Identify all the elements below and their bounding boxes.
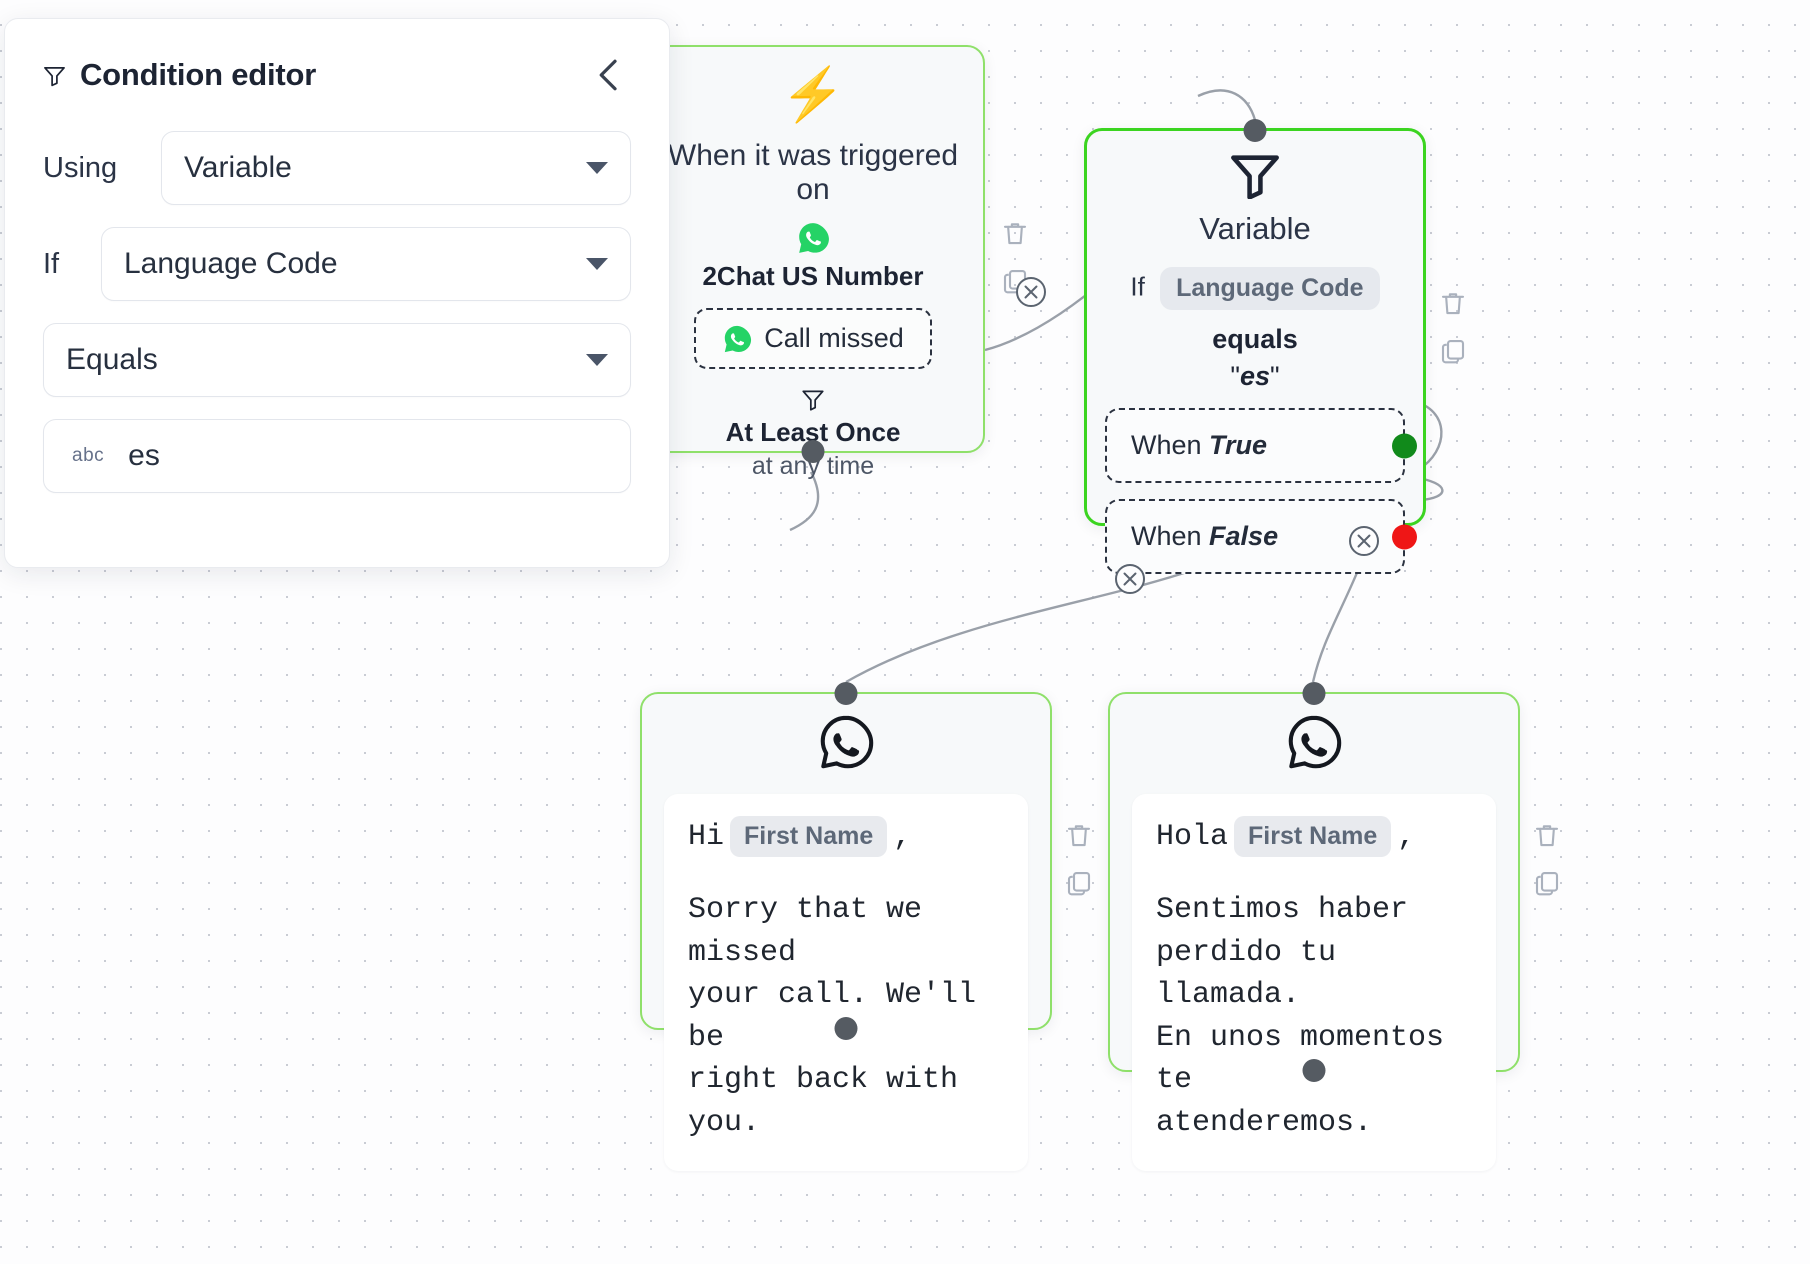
trigger-event-label: Call missed: [764, 323, 904, 354]
value-input-text: es: [128, 439, 160, 473]
using-select-value: Variable: [184, 151, 292, 185]
message-en-greeting: Hi: [688, 820, 724, 854]
branch-true-prefix: When: [1131, 430, 1209, 460]
whatsapp-icon: [722, 324, 752, 354]
branch-false-label: False: [1209, 521, 1278, 551]
condition-node-toolbar[interactable]: [1438, 288, 1468, 366]
condition-if-label: If: [1130, 271, 1144, 301]
message-es-greeting-line: Hola First Name ,: [1156, 816, 1472, 857]
chevron-down-icon: [586, 354, 608, 366]
condition-value: "es": [1105, 361, 1405, 392]
whatsapp-icon: [815, 712, 877, 774]
condition-variable-chip: Language Code: [1160, 267, 1380, 310]
message-en-output-handle[interactable]: [835, 1017, 858, 1040]
message-node-spanish[interactable]: Hola First Name , Sentimos haber perdido…: [1108, 692, 1520, 1072]
using-field-row: Using Variable: [43, 131, 631, 205]
abc-icon: abc: [72, 445, 104, 467]
funnel-icon: [800, 387, 826, 413]
condition-node[interactable]: Variable If Language Code equals "es" Wh…: [1084, 128, 1426, 526]
condition-branch-true[interactable]: When True: [1105, 408, 1405, 483]
condition-value-inner: es: [1240, 361, 1270, 391]
message-en-input-handle[interactable]: [835, 682, 858, 705]
lightning-bolt-icon: ⚡: [667, 69, 959, 121]
flow-builder-screen: ⚡ When it was triggered on 2Chat US Numb…: [0, 0, 1810, 1264]
message-node-english[interactable]: Hi First Name , Sorry that we missed you…: [640, 692, 1052, 1030]
message-en-comma: ,: [893, 820, 911, 854]
whatsapp-icon: [796, 221, 830, 255]
message-es-comma: ,: [1397, 820, 1415, 854]
if-field-row: If Language Code: [43, 227, 631, 301]
value-input[interactable]: abc es: [43, 419, 631, 493]
trigger-heading: When it was triggered on: [667, 139, 959, 207]
message-es-greeting: Hola: [1156, 820, 1228, 854]
page-title: Condition editor: [80, 57, 316, 93]
operator-field-row: Equals: [43, 323, 631, 397]
condition-input-handle[interactable]: [1244, 119, 1267, 142]
chevron-down-icon: [586, 258, 608, 270]
message-es-body: Sentimos haber perdido tu llamada. En un…: [1156, 889, 1472, 1145]
value-field-row: abc es: [43, 419, 631, 493]
chevron-down-icon: [586, 162, 608, 174]
using-label: Using: [43, 152, 145, 185]
whatsapp-icon: [1283, 712, 1345, 774]
funnel-icon: [43, 64, 66, 87]
message-es-input-handle[interactable]: [1303, 682, 1326, 705]
branch-false-prefix: When: [1131, 521, 1209, 551]
message-en-greeting-line: Hi First Name ,: [688, 816, 1004, 857]
chevron-left-icon: [595, 57, 625, 93]
edge-delete-icon[interactable]: [1347, 524, 1381, 558]
trigger-event-chip[interactable]: Call missed: [694, 308, 932, 369]
using-select[interactable]: Variable: [161, 131, 631, 205]
trigger-output-handle[interactable]: [802, 440, 825, 463]
condition-title: Variable: [1105, 211, 1405, 247]
operator-select-value: Equals: [66, 343, 158, 377]
branch-true-handle[interactable]: [1392, 433, 1417, 458]
trash-icon[interactable]: [1064, 820, 1094, 850]
variable-select[interactable]: Language Code: [101, 227, 631, 301]
branch-true-label: True: [1209, 430, 1267, 460]
variable-select-value: Language Code: [124, 247, 338, 281]
collapse-panel-button[interactable]: [589, 54, 631, 96]
trash-icon[interactable]: [1438, 288, 1468, 318]
condition-if-line: If Language Code: [1105, 267, 1405, 310]
message-en-card[interactable]: Hi First Name , Sorry that we missed you…: [664, 794, 1028, 1171]
trigger-channel: 2Chat US Number: [667, 261, 959, 292]
branch-false-handle[interactable]: [1392, 524, 1417, 549]
edge-delete-icon[interactable]: [1113, 562, 1147, 596]
trigger-node[interactable]: ⚡ When it was triggered on 2Chat US Numb…: [641, 45, 985, 453]
message-es-card[interactable]: Hola First Name , Sentimos haber perdido…: [1132, 794, 1496, 1171]
if-label: If: [43, 248, 85, 281]
trash-icon[interactable]: [1532, 820, 1562, 850]
copy-icon[interactable]: [1532, 868, 1562, 898]
condition-editor-panel: Condition editor Using Variable If Langu…: [4, 18, 670, 568]
operator-select[interactable]: Equals: [43, 323, 631, 397]
copy-icon[interactable]: [1438, 336, 1468, 366]
message-es-output-handle[interactable]: [1303, 1059, 1326, 1082]
funnel-icon: [1229, 151, 1281, 199]
message-en-variable-chip: First Name: [730, 816, 887, 857]
trash-icon[interactable]: [1000, 218, 1030, 248]
copy-icon[interactable]: [1064, 868, 1094, 898]
edge-delete-icon[interactable]: [1014, 275, 1048, 309]
message-es-variable-chip: First Name: [1234, 816, 1391, 857]
panel-header: Condition editor: [43, 19, 631, 131]
message-en-toolbar[interactable]: [1064, 820, 1094, 898]
condition-operator: equals: [1105, 324, 1405, 355]
message-es-toolbar[interactable]: [1532, 820, 1562, 898]
